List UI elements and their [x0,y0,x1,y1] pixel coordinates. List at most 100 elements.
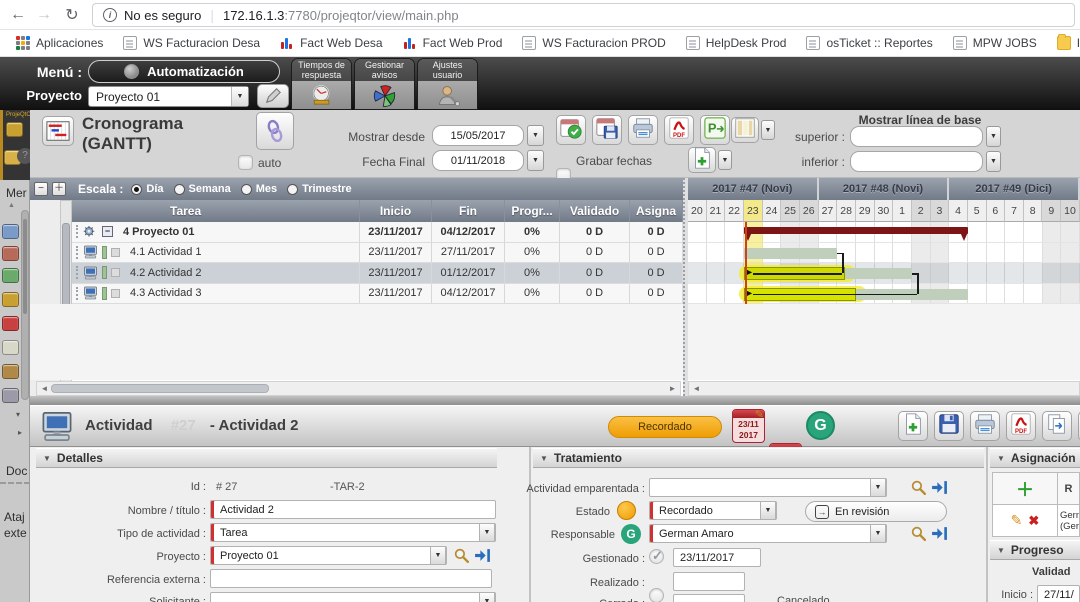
scale-radio-Mes[interactable] [241,184,252,195]
menu-selector[interactable]: Automatización [88,60,280,83]
collapse-icon[interactable]: ▼ [997,454,1005,463]
sidebar-icon[interactable] [2,292,19,307]
planned-date-calendar-icon[interactable]: 23/112017 ✎ [732,409,765,443]
chevron-down-icon[interactable]: ▼ [430,546,446,565]
print-button[interactable] [970,411,1000,441]
auto-checkbox[interactable] [238,155,253,170]
activity-type-select[interactable]: Tarea▼ [210,523,496,542]
section-header-progreso[interactable]: ▼ Progreso [990,540,1080,560]
closed-date-field[interactable] [673,594,745,602]
new-button[interactable] [898,411,928,441]
sidebar-icon[interactable] [2,246,19,261]
baseline-bottom-select[interactable] [850,151,983,172]
checkbox-icon[interactable] [111,268,120,277]
table-vscroll-thumb[interactable] [62,223,70,311]
goto-icon[interactable] [931,525,948,542]
add-element-dropdown[interactable]: ▼ [718,150,732,170]
scroll-right-icon[interactable]: ► [666,383,679,394]
column-header-Inicio[interactable]: Inicio [360,200,432,222]
section-header-tratamiento[interactable]: ▼ Tratamiento [533,448,984,468]
zoom-in-button[interactable]: ＋ [52,182,66,196]
status-badge[interactable]: Recordado [608,416,722,438]
chevron-down-icon[interactable]: ▼ [870,524,886,543]
columns-chooser-button[interactable] [731,117,759,143]
collapse-icon[interactable]: ▼ [540,454,548,463]
project-export-button[interactable]: P [700,115,730,145]
gantt-bar[interactable] [744,227,968,234]
baseline-top-select[interactable] [850,126,983,147]
baseline-bottom-dropdown[interactable]: ▼ [986,151,1001,172]
tab-usuario[interactable]: Ajustesusuario [417,58,478,110]
external-ref-input[interactable] [210,569,492,588]
scale-radio-Día[interactable] [131,184,142,195]
bookmark-item[interactable]: WS Facturacion PROD [514,33,673,53]
add-assignment-button[interactable]: ＋ [992,472,1058,505]
sidebar-icon[interactable] [2,224,19,239]
responsible-avatar[interactable]: G [806,411,835,440]
browser-back-icon[interactable]: ← [6,4,30,26]
status-select[interactable]: Recordado▼ [649,501,777,520]
chevron-down-icon[interactable]: ▼ [870,478,886,497]
parent-activity-select[interactable]: ▼ [649,478,887,497]
info-icon[interactable]: i [103,8,117,22]
sidebar-shortcuts-label-1[interactable]: Ataj [4,510,25,524]
search-icon[interactable] [910,479,927,496]
save-planning-button[interactable] [592,115,622,145]
end-date-field[interactable]: 01/11/2018 [432,150,524,171]
drag-handle[interactable] [76,246,79,259]
name-input[interactable]: Actividad 2 [210,500,496,519]
column-header-Asigna[interactable]: Asigna [630,200,683,222]
goto-icon[interactable] [931,479,948,496]
gantt-bar[interactable] [744,248,837,259]
show-from-dropdown[interactable]: ▼ [527,125,544,146]
add-element-button[interactable] [688,147,716,173]
scroll-left-icon[interactable]: ◄ [38,383,51,394]
sidebar-icon[interactable] [2,388,19,403]
search-icon[interactable] [910,525,927,542]
goto-icon[interactable] [474,547,491,564]
save-button[interactable] [934,411,964,441]
chevron-down-icon[interactable]: ▾ [16,410,20,419]
refresh-button[interactable] [256,112,294,150]
table-horizontal-scrollbar[interactable]: ◄ ► [36,381,681,396]
table-row[interactable]: 4.2 Actividad 223/11/201701/12/20170%0 D… [72,263,683,284]
browser-reload-icon[interactable]: ↻ [60,4,84,26]
bookmark-item[interactable]: Fact Web Prod [395,33,511,53]
column-header-Fin[interactable]: Fin [432,200,505,222]
collapse-icon[interactable]: ▼ [997,546,1005,555]
bookmark-item[interactable]: Importados [1049,33,1080,53]
managed-checkbox[interactable] [649,549,664,564]
chevron-right-icon[interactable]: ▸ [18,428,22,437]
zoom-out-button[interactable]: − [34,182,48,196]
browser-forward-icon[interactable]: → [32,4,56,26]
scale-radio-Semana[interactable] [174,184,185,195]
chevron-down-icon[interactable]: ▼ [760,501,776,520]
section-header-detalles[interactable]: ▼ Detalles [36,448,497,468]
managed-date-field[interactable]: 23/11/2017 [673,548,761,567]
progress-start-field[interactable]: 27/11/ [1037,585,1080,602]
sidebar-documents-label[interactable]: Doc [6,464,27,478]
sort-arrow-icon[interactable]: ▲ [8,202,15,209]
sidebar-icon[interactable] [6,122,23,137]
baseline-top-dropdown[interactable]: ▼ [986,126,1001,147]
assignment-resource-cell[interactable]: German(Gerente [1057,504,1080,537]
drag-handle[interactable] [76,225,79,238]
end-date-dropdown[interactable]: ▼ [527,150,544,171]
collapse-icon[interactable]: ▼ [43,454,51,463]
help-icon[interactable]: ? [17,148,30,164]
sidebar-menu-label[interactable]: Mer [6,186,27,200]
gantt-horizontal-scrollbar[interactable]: ◄ [688,381,1080,396]
drag-handle[interactable] [76,266,79,279]
section-header-asignacion[interactable]: ▼ Asignación [990,448,1080,468]
edit-project-button[interactable] [257,84,289,108]
sidebar-icon[interactable] [2,340,19,355]
sidebar-shortcuts-label-2[interactable]: exte [4,526,27,540]
pdf-button[interactable]: PDF [1006,411,1036,441]
edit-icon[interactable]: ✎ [1011,512,1023,529]
url-bar[interactable]: i No es seguro | 172.16.1.3 :7780/projeq… [92,3,1075,27]
hscroll-thumb[interactable] [51,384,269,393]
table-row[interactable]: 4.1 Actividad 123/11/201727/11/20170%0 D… [72,243,683,264]
sidebar-icon[interactable] [2,364,19,379]
done-checkbox[interactable] [649,588,664,602]
bookmark-item[interactable]: MPW JOBS [945,33,1045,53]
